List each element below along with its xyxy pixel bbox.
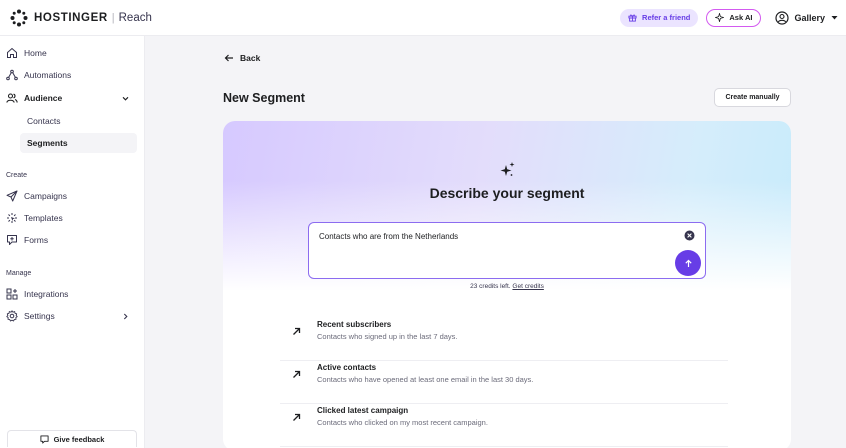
refer-friend-button[interactable]: Refer a friend <box>620 8 699 27</box>
hostinger-logo-icon <box>10 9 28 26</box>
suggestion-description: Contacts who clicked on my most recent c… <box>317 418 488 427</box>
segment-prompt-value: Contacts who are from the Netherlands <box>319 232 459 241</box>
arrow-left-icon <box>224 54 233 62</box>
sidebar-item-label: Automations <box>24 70 72 80</box>
ask-ai-label: Ask AI <box>729 13 753 22</box>
sidebar: Home Automations Audience Contacts Segme… <box>0 36 145 448</box>
integrations-icon <box>6 288 18 300</box>
sidebar-item-label: Contacts <box>27 116 61 126</box>
automations-icon <box>6 69 18 81</box>
ai-sparkle-icon <box>715 13 725 22</box>
sidebar-item-templates[interactable]: Templates <box>0 208 145 228</box>
give-feedback-label: Give feedback <box>53 434 105 444</box>
sidebar-item-label: Forms <box>24 235 49 245</box>
templates-icon <box>7 213 17 223</box>
give-feedback-button[interactable]: Give feedback <box>7 430 137 447</box>
arrow-up-right-icon <box>293 327 301 335</box>
sidebar-item-label: Segments <box>27 138 68 148</box>
sidebar-item-label: Settings <box>24 311 55 321</box>
chevron-down-icon <box>122 96 129 101</box>
sidebar-item-contacts[interactable]: Contacts <box>20 111 137 131</box>
section-label-manage: Manage <box>6 270 32 277</box>
sidebar-item-label: Integrations <box>24 289 69 299</box>
logo[interactable]: HOSTINGER | Reach <box>10 9 152 27</box>
account-name: Gallery <box>794 12 825 23</box>
caret-down-icon <box>831 16 838 20</box>
audience-icon <box>6 93 18 103</box>
credits-info: 23 credits left. Get credits <box>223 283 791 290</box>
sidebar-item-automations[interactable]: Automations <box>0 65 145 85</box>
sidebar-item-campaigns[interactable]: Campaigns <box>0 186 145 206</box>
sidebar-item-label: Audience <box>24 93 63 103</box>
suggestion-item[interactable]: Recent subscribers Contacts who signed u… <box>280 319 728 361</box>
back-label: Back <box>240 53 261 63</box>
sidebar-item-segments[interactable]: Segments <box>20 133 137 153</box>
arrow-up-right-icon <box>293 413 301 421</box>
credits-left-text: 23 credits left. <box>470 283 511 290</box>
suggestion-title: Active contacts <box>317 363 377 372</box>
send-icon <box>6 190 18 202</box>
ask-ai-button[interactable]: Ask AI <box>706 8 762 27</box>
sidebar-item-audience[interactable]: Audience <box>0 88 145 108</box>
arrow-up-icon <box>684 259 692 267</box>
sidebar-item-settings[interactable]: Settings <box>0 306 145 326</box>
suggestion-title: Clicked latest campaign <box>317 406 409 415</box>
suggestion-item[interactable]: Clicked latest campaign Contacts who cli… <box>280 405 728 447</box>
forms-icon <box>7 235 17 245</box>
suggestion-description: Contacts who signed up in the last 7 day… <box>317 332 458 341</box>
sidebar-item-home[interactable]: Home <box>0 43 145 63</box>
back-link[interactable]: Back <box>224 53 260 63</box>
create-manually-button[interactable]: Create manually <box>714 88 791 107</box>
brand-name: HOSTINGER <box>34 11 108 24</box>
suggestion-item[interactable]: Active contacts Contacts who have opened… <box>280 362 728 404</box>
sidebar-item-forms[interactable]: Forms <box>0 230 145 250</box>
account-menu[interactable]: Gallery <box>775 10 838 25</box>
sidebar-item-integrations[interactable]: Integrations <box>0 284 145 304</box>
brand-separator: | <box>111 11 115 24</box>
page-title: New Segment <box>223 91 305 105</box>
top-bar: HOSTINGER | Reach Refer a friend Ask AI … <box>0 0 846 36</box>
home-icon <box>7 47 17 58</box>
refer-friend-label: Refer a friend <box>642 13 691 22</box>
send-prompt-button[interactable] <box>675 250 701 276</box>
sidebar-item-label: Home <box>24 48 47 58</box>
chat-bubble-icon <box>40 434 49 444</box>
gift-icon <box>628 14 637 22</box>
section-label-create: Create <box>6 172 28 179</box>
user-avatar-icon <box>775 10 790 25</box>
product-name: Reach <box>118 11 152 24</box>
arrow-up-right-icon <box>293 370 301 378</box>
sidebar-item-label: Templates <box>24 213 63 223</box>
card-title: Describe your segment <box>429 185 585 201</box>
top-bar-actions: Refer a friend Ask AI Gallery <box>620 8 838 27</box>
gear-icon <box>6 310 18 322</box>
clear-icon[interactable] <box>684 230 695 241</box>
get-credits-link[interactable]: Get credits <box>512 283 543 290</box>
segment-builder-card: Describe your segment Contacts who are f… <box>223 121 791 448</box>
ai-sparkle-icon <box>500 162 515 176</box>
suggestion-description: Contacts who have opened at least one em… <box>317 375 534 384</box>
suggestion-title: Recent subscribers <box>317 320 392 329</box>
chevron-right-icon <box>123 313 128 319</box>
sidebar-item-label: Campaigns <box>24 191 67 201</box>
segment-prompt-input[interactable]: Contacts who are from the Netherlands <box>308 222 706 279</box>
